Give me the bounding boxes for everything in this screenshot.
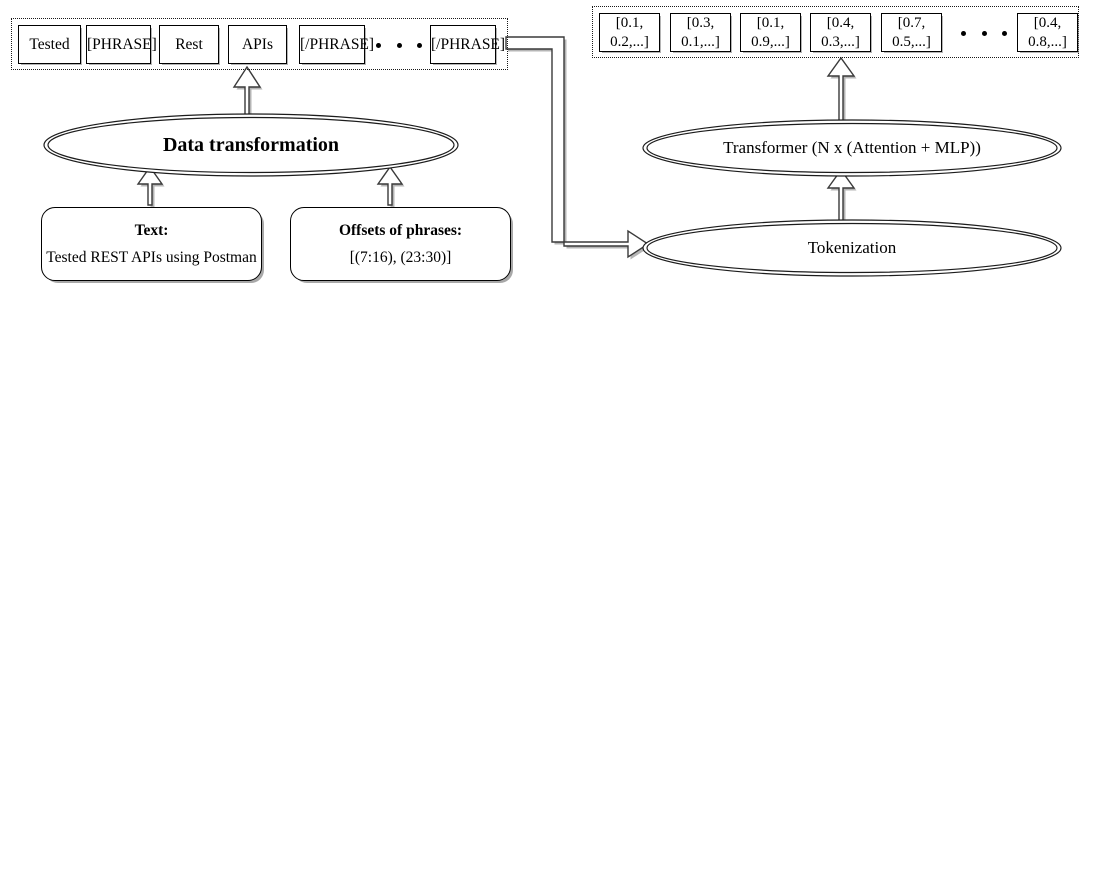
arrow-transformer-to-embeddings (826, 56, 857, 127)
embedding-label: [0.4, 0.3,...] (821, 15, 860, 50)
text-input-box[interactable]: Text: Tested REST APIs using Postman (41, 207, 262, 281)
offsets-input-value: [(7:16), (23:30)] (349, 248, 452, 266)
data-transformation-node[interactable]: Data transformation (42, 112, 460, 178)
token-box[interactable]: Rest (159, 25, 219, 64)
token-box[interactable]: [/PHRASE] (299, 25, 375, 64)
text-input-header: Text: (134, 221, 169, 239)
token-label: APIs (241, 35, 273, 53)
diagram-canvas: Tested [PHRASE] Rest APIs [/PHRASE] [/PH… (0, 0, 1100, 870)
offsets-input-header: Offsets of phrases: (338, 221, 463, 239)
token-label: [/PHRASE] (431, 35, 506, 53)
embedding-box[interactable]: [0.7, 0.5,...] (881, 13, 942, 52)
embedding-box[interactable]: [0.1, 0.9,...] (740, 13, 801, 52)
token-label: Tested (29, 35, 70, 53)
embedding-label: [0.3, 0.1,...] (681, 15, 720, 50)
embedding-label: [0.1, 0.9,...] (751, 15, 790, 50)
transformer-node[interactable]: Transformer (N x (Attention + MLP)) (641, 118, 1063, 178)
tokenization-node[interactable]: Tokenization (641, 218, 1063, 278)
embedding-label: [0.4, 0.8,...] (1028, 15, 1067, 50)
embedding-label: [0.1, 0.2,...] (610, 15, 649, 50)
token-box[interactable]: APIs (228, 25, 287, 64)
token-box[interactable]: [PHRASE] (86, 25, 157, 64)
embedding-box[interactable]: [0.4, 0.3,...] (810, 13, 871, 52)
token-label: [PHRASE] (87, 35, 157, 53)
token-box[interactable]: Tested (18, 25, 81, 64)
arrow-tokens-to-tokenization (505, 36, 651, 260)
embedding-box[interactable]: [0.1, 0.2,...] (599, 13, 660, 52)
text-input-value: Tested REST APIs using Postman (46, 248, 257, 266)
offsets-input-box[interactable]: Offsets of phrases: [(7:16), (23:30)] (290, 207, 511, 281)
token-box[interactable]: [/PHRASE] (430, 25, 506, 64)
token-label: [/PHRASE] (300, 35, 375, 53)
embedding-box[interactable]: [0.3, 0.1,...] (670, 13, 731, 52)
token-label: Rest (175, 35, 203, 53)
embedding-label: [0.7, 0.5,...] (892, 15, 931, 50)
embedding-box[interactable]: [0.4, 0.8,...] (1017, 13, 1078, 52)
